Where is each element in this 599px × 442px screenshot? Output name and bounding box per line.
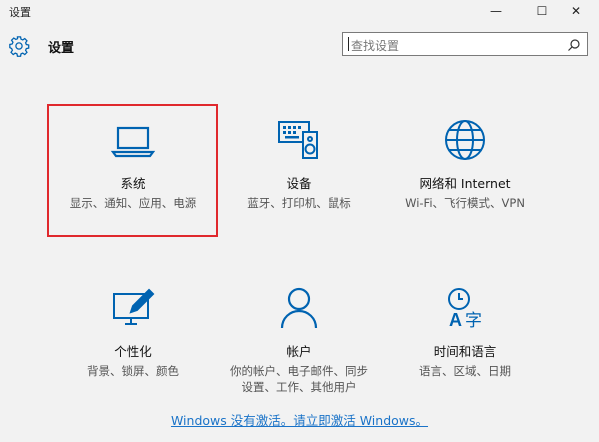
tile-label: 设备 [286,176,312,191]
time-language-icon: A 字 [382,286,548,334]
tile-description: 你的帐户、电子邮件、同步设置、工作、其他用户 [230,364,368,394]
search-input[interactable]: 查找设置 [342,32,588,56]
activation-notice: Windows 没有激活。请立即激活 Windows。 [0,410,599,429]
selection-highlight [47,104,218,237]
tile-label: 时间和语言 [433,344,497,359]
tile-label: 帐户 [286,344,312,359]
globe-icon [382,118,548,166]
tile-description: Wi-Fi、飞行模式、VPN [405,196,525,210]
svg-text:A: A [449,310,462,330]
close-button[interactable]: ✕ [553,0,599,22]
account-icon [216,286,382,334]
title-bar: 设置 — ☐ ✕ [0,0,599,22]
search-icon[interactable] [567,37,581,51]
svg-text:字: 字 [465,311,482,330]
personalization-icon [50,286,216,334]
tile-label: 个性化 [114,344,152,359]
activation-link[interactable]: Windows 没有激活。请立即激活 Windows。 [171,413,428,428]
tile-description: 背景、锁屏、颜色 [87,364,179,378]
tile-devices[interactable]: 设备 蓝牙、打印机、鼠标 [216,118,382,211]
devices-icon [216,118,382,166]
tile-personalization[interactable]: 个性化 背景、锁屏、颜色 [50,286,216,379]
tile-label: 网络和 Internet [419,176,511,191]
tile-description: 蓝牙、打印机、鼠标 [247,196,351,210]
minimize-button[interactable]: — [473,0,519,22]
tile-description: 语言、区域、日期 [419,364,511,378]
window-title: 设置 [9,6,31,19]
search-placeholder: 查找设置 [351,39,400,53]
text-caret [348,37,349,51]
tile-accounts[interactable]: 帐户 你的帐户、电子邮件、同步设置、工作、其他用户 [216,286,382,395]
tile-network[interactable]: 网络和 Internet Wi-Fi、飞行模式、VPN [382,118,548,211]
page-title: 设置 [48,41,75,56]
gear-icon [8,35,30,57]
tile-time-language[interactable]: A 字 时间和语言 语言、区域、日期 [382,286,548,379]
